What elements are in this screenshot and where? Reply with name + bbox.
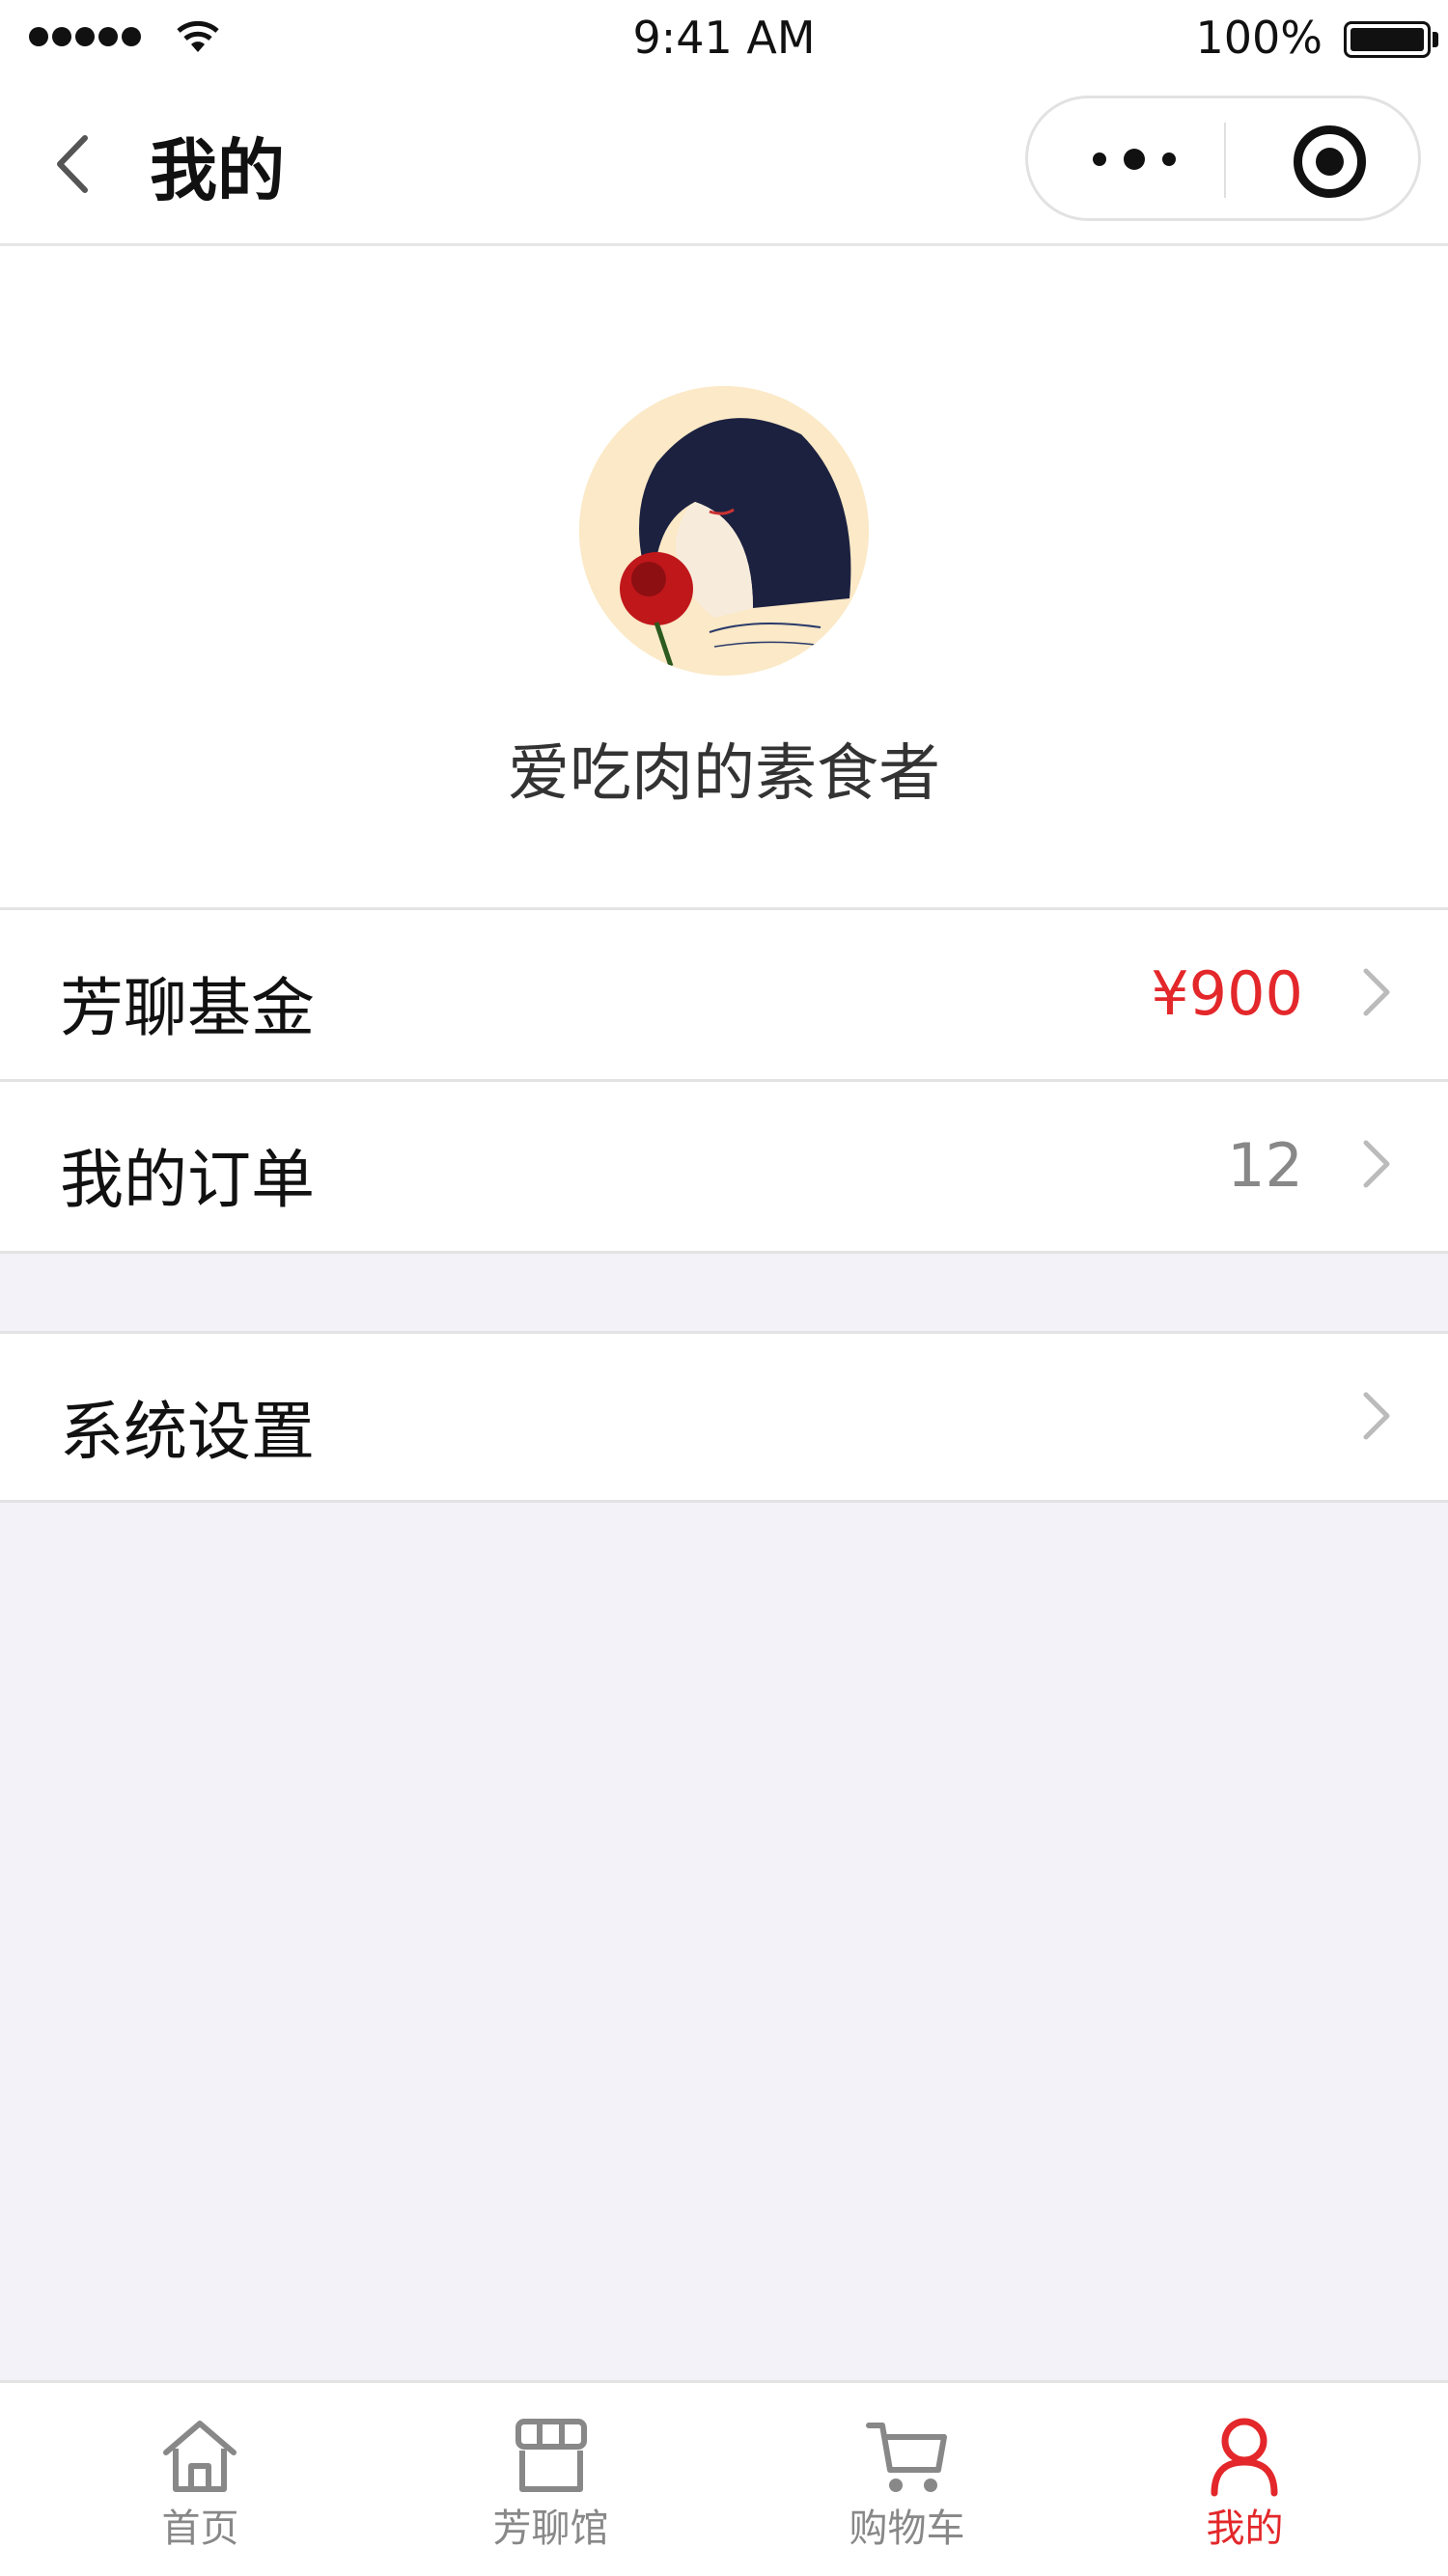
close-circle-icon[interactable] bbox=[1294, 125, 1366, 198]
capsule-divider bbox=[1224, 123, 1226, 198]
back-chevron-icon[interactable] bbox=[48, 130, 97, 198]
tab-label: 首页 bbox=[161, 2507, 239, 2551]
more-dots-icon[interactable] bbox=[1081, 145, 1187, 174]
cart-icon bbox=[866, 2423, 947, 2492]
avatar[interactable] bbox=[579, 386, 869, 676]
tab-home[interactable]: 首页 bbox=[19, 2383, 381, 2576]
avatar-illustration bbox=[579, 386, 869, 676]
home-icon bbox=[163, 2421, 237, 2492]
tab-bar: 首页 芳聊馆 购物车 我的 bbox=[0, 2380, 1448, 2575]
mini-program-capsule bbox=[1025, 96, 1421, 221]
menu-row-orders[interactable]: 我的订单 12 bbox=[0, 1082, 1448, 1254]
battery-tip bbox=[1433, 32, 1438, 47]
orders-count: 12 bbox=[1227, 1130, 1303, 1201]
nav-bar: 我的 bbox=[0, 82, 1448, 246]
section-spacer bbox=[0, 1254, 1448, 1331]
profile-header: 爱吃肉的素食者 bbox=[0, 246, 1448, 910]
chevron-right-icon bbox=[1363, 968, 1390, 1016]
settings-label: 系统设置 bbox=[60, 1395, 315, 1469]
status-bar: 9:41 AM 100% bbox=[0, 0, 1448, 82]
store-icon bbox=[515, 2419, 587, 2492]
tab-store[interactable]: 芳聊馆 bbox=[370, 2383, 732, 2576]
fund-label: 芳聊基金 bbox=[60, 971, 315, 1045]
orders-label: 我的订单 bbox=[60, 1143, 315, 1217]
page-background bbox=[0, 1503, 1448, 2380]
menu-row-settings[interactable]: 系统设置 bbox=[0, 1331, 1448, 1503]
tab-cart[interactable]: 购物车 bbox=[726, 2383, 1088, 2576]
tab-label: 我的 bbox=[1206, 2507, 1284, 2551]
menu-row-fund[interactable]: 芳聊基金 ¥900 bbox=[0, 910, 1448, 1082]
chevron-right-icon bbox=[1363, 1140, 1390, 1188]
username: 爱吃肉的素食者 bbox=[508, 738, 940, 810]
page-title: 我的 bbox=[150, 131, 285, 210]
tab-label: 芳聊馆 bbox=[492, 2507, 609, 2551]
fund-value: ¥900 bbox=[1151, 958, 1303, 1029]
tab-label: 购物车 bbox=[849, 2507, 965, 2551]
battery-icon bbox=[1344, 21, 1431, 58]
tab-me[interactable]: 我的 bbox=[1064, 2383, 1426, 2576]
chevron-right-icon bbox=[1363, 1392, 1390, 1440]
user-icon bbox=[1211, 2418, 1278, 2497]
battery-percentage: 100% bbox=[1195, 12, 1323, 64]
